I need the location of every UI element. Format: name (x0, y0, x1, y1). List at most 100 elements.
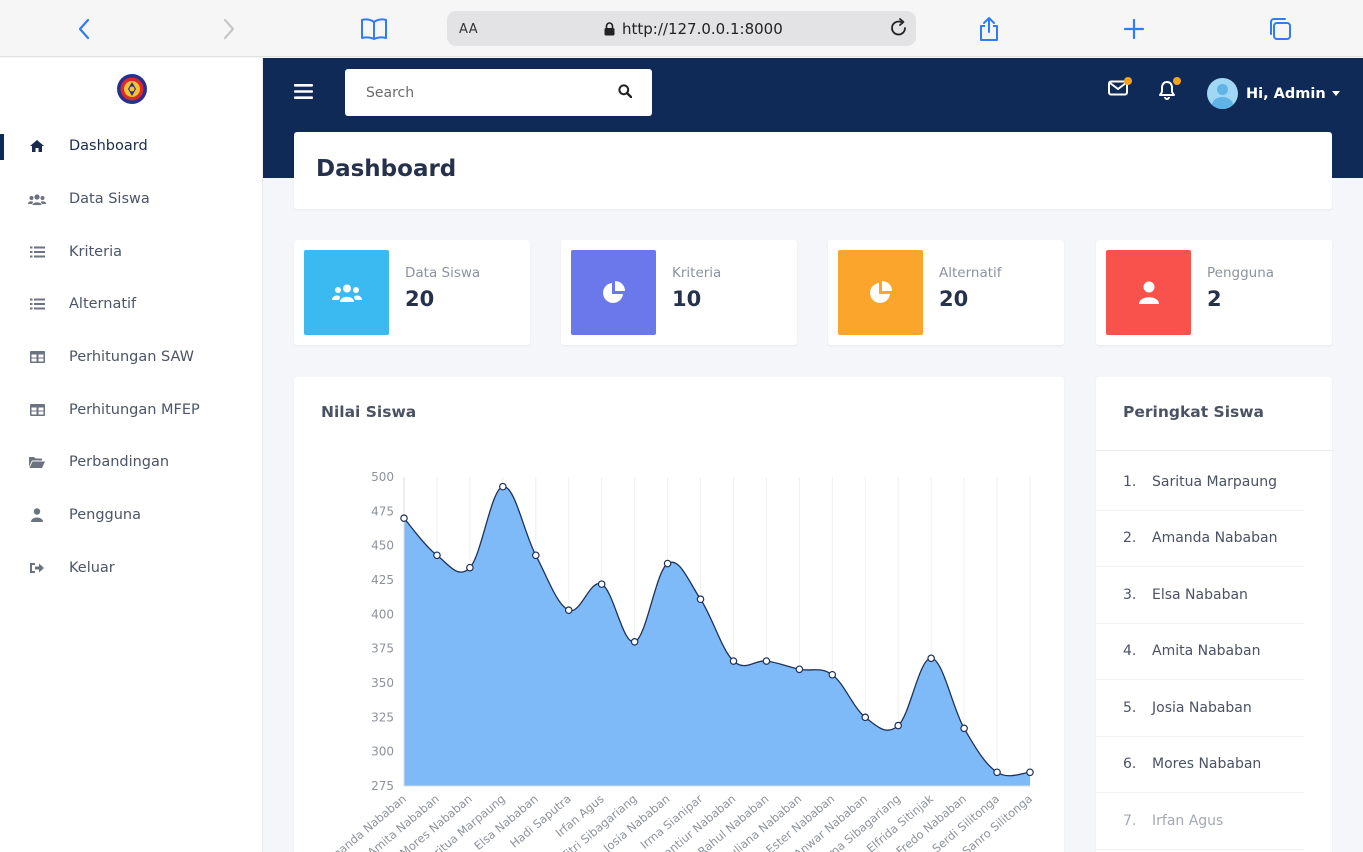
data-point (466, 563, 474, 572)
sidebar-item-pengguna[interactable]: Pengguna (0, 489, 263, 542)
y-tick-label: 325 (371, 710, 394, 724)
reload-icon[interactable] (888, 17, 910, 39)
y-tick-label: 300 (371, 745, 394, 759)
page-header: Dashboard (294, 132, 1332, 209)
stat-value: 20 (939, 287, 969, 311)
search-box (345, 69, 652, 116)
ranking-card: Peringkat Siswa 1. Saritua Marpaung 2. Ama… (1096, 377, 1332, 852)
y-tick-label: 475 (371, 504, 394, 518)
chevron-left-icon (78, 18, 90, 40)
student-name: Mores Nababan (1152, 756, 1262, 773)
pie-chart-icon (602, 280, 625, 303)
sign-out-icon (26, 559, 48, 577)
lock-icon (604, 22, 615, 36)
sidebar-item-perbandingan[interactable]: Perbandingan (0, 436, 263, 489)
data-point (433, 551, 441, 560)
search-button[interactable] (618, 83, 633, 102)
sidebar-item-label: Pengguna (69, 507, 142, 524)
stat-label: Kriteria (672, 265, 722, 281)
tabs-icon (1270, 18, 1291, 40)
sidebar-item-label: Perhitungan SAW (69, 349, 194, 366)
rank-number: 6. (1123, 756, 1137, 773)
forward-button[interactable] (214, 14, 244, 44)
page-title: Dashboard (316, 156, 457, 182)
tabs-button[interactable] (1265, 14, 1295, 44)
stat-card-kriteria[interactable]: Kriteria 10 (561, 240, 797, 345)
sidebar-item-label: Dashboard (69, 138, 148, 155)
chevron-right-icon (223, 18, 235, 40)
data-point (597, 580, 606, 588)
search-icon (618, 84, 633, 99)
divider (1096, 450, 1332, 451)
sidebar-item-kriteria[interactable]: Kriteria (0, 225, 263, 278)
student-name: Irfan Agus (1152, 812, 1224, 829)
bookmarks-button[interactable] (359, 14, 389, 44)
student-name: Amita Nababan (1152, 643, 1261, 660)
student-name: Amanda Nababan (1152, 530, 1278, 547)
sidebar-item-perhitungan-saw[interactable]: Perhitungan SAW (0, 331, 263, 384)
sidebar-item-dashboard[interactable]: Dashboard (0, 120, 263, 173)
home-icon (26, 137, 48, 155)
table-icon (26, 401, 48, 419)
notification-dot (1124, 77, 1132, 85)
stat-card-alternatif[interactable]: Alternatif 20 (828, 240, 1064, 345)
new-tab-button[interactable] (1119, 14, 1149, 44)
stat-label: Pengguna (1207, 265, 1275, 281)
data-point (861, 713, 870, 722)
y-tick-label: 375 (371, 642, 394, 656)
messages-button[interactable] (1108, 77, 1132, 100)
data-point (894, 721, 903, 730)
sidebar-item-keluar[interactable]: Keluar (0, 542, 263, 595)
sidebar-item-label: Data Siswa (69, 191, 150, 208)
notification-dot (1173, 77, 1181, 85)
data-point (960, 724, 968, 733)
y-tick-label: 400 (371, 607, 394, 621)
share-button[interactable] (974, 14, 1004, 44)
rank-number: 4. (1123, 643, 1137, 660)
user-menu[interactable]: Hi, Admin (1207, 78, 1340, 109)
ranking-item: 4. Amita Nababan (1096, 624, 1304, 680)
stat-label: Alternatif (939, 265, 1002, 281)
data-point (828, 670, 837, 679)
avatar (1207, 78, 1238, 109)
ranking-item: 7. Irfan Agus (1096, 793, 1304, 850)
stat-value: 2 (1207, 287, 1222, 311)
data-point (762, 657, 771, 665)
user-icon (1138, 281, 1159, 304)
data-point (499, 482, 507, 491)
search-input[interactable] (345, 69, 595, 116)
menu-toggle-button[interactable] (294, 83, 313, 104)
back-button[interactable] (69, 14, 99, 44)
url-text: http://127.0.0.1:8000 (622, 20, 783, 38)
browser-toolbar: AA http://127.0.0.1:8000 (0, 0, 1363, 57)
rank-number: 3. (1123, 586, 1137, 603)
ranking-item: 2. Amanda Nababan (1096, 511, 1304, 567)
address-bar[interactable]: AA http://127.0.0.1:8000 (447, 11, 916, 46)
student-name: Josia Nababan (1152, 699, 1252, 716)
rank-number: 2. (1123, 530, 1137, 547)
stat-icon-box (304, 250, 389, 335)
sidebar-item-perhitungan-mfep[interactable]: Perhitungan MFEP (0, 383, 263, 436)
plus-icon (1123, 18, 1145, 40)
text-size-button[interactable]: AA (459, 22, 478, 37)
data-point (564, 606, 573, 615)
caret-down-icon (1331, 91, 1340, 96)
data-point (795, 665, 804, 674)
stat-card-pengguna[interactable]: Pengguna 2 (1096, 240, 1332, 345)
sidebar-item-label: Perhitungan MFEP (69, 401, 200, 418)
stat-value: 10 (672, 287, 702, 311)
sidebar-item-label: Kriteria (69, 243, 122, 260)
data-point (630, 637, 639, 646)
notifications-button[interactable] (1158, 77, 1181, 104)
school-logo (117, 74, 147, 104)
share-icon (980, 17, 998, 41)
sidebar-item-alternatif[interactable]: Alternatif (0, 278, 263, 331)
ranking-item: 3. Elsa Nababan (1096, 567, 1304, 624)
data-point (400, 514, 408, 523)
rank-number: 1. (1123, 473, 1137, 490)
student-name: Saritua Marpaung (1152, 473, 1278, 490)
stat-card-data-siswa[interactable]: Data Siswa 20 (294, 240, 530, 345)
rank-number: 7. (1123, 812, 1137, 829)
sidebar-item-data-siswa[interactable]: Data Siswa (0, 173, 263, 226)
users-icon (26, 190, 48, 208)
